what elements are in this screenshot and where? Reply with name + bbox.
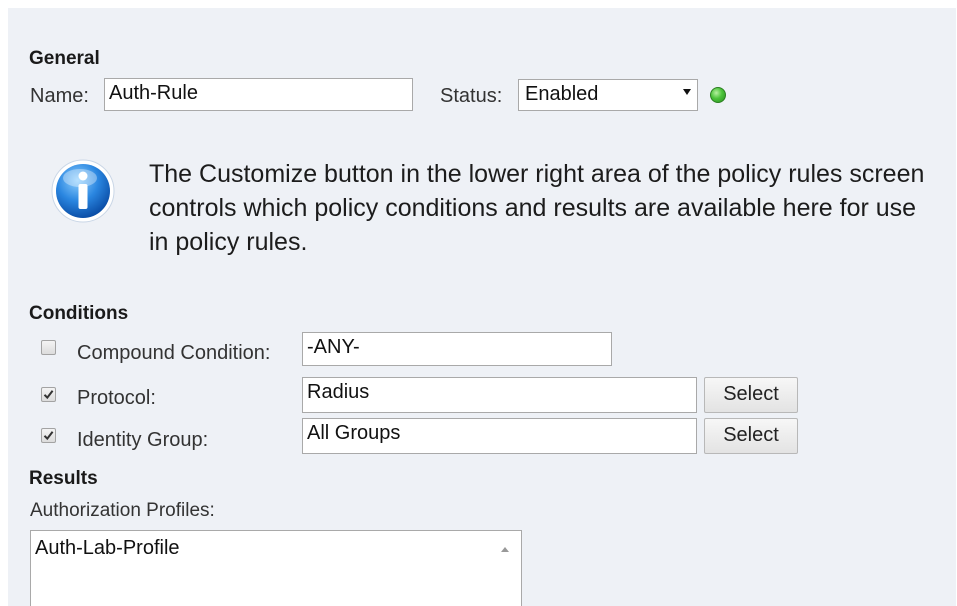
status-label: Status: bbox=[440, 85, 503, 107]
name-label: Name: bbox=[30, 85, 89, 107]
protocol-select-button[interactable]: Select bbox=[704, 377, 798, 413]
list-item[interactable]: Auth-Lab-Profile bbox=[35, 537, 517, 560]
scroll-up-icon[interactable] bbox=[501, 547, 509, 552]
info-note-text: The Customize button in the lower right … bbox=[149, 160, 925, 256]
checkmark-icon bbox=[43, 390, 54, 400]
results-section-title: Results bbox=[29, 468, 98, 489]
name-input[interactable]: Auth-Rule bbox=[104, 78, 413, 111]
chevron-down-icon bbox=[683, 89, 691, 95]
status-indicator-icon bbox=[710, 87, 726, 103]
status-select[interactable]: Enabled bbox=[518, 79, 698, 111]
protocol-value: Radius bbox=[307, 381, 370, 403]
identity-group-checkbox[interactable] bbox=[41, 428, 56, 443]
policy-rule-panel: General Name: Auth-Rule Status: Enabled … bbox=[8, 8, 956, 606]
compound-condition-value: -ANY- bbox=[307, 336, 360, 358]
compound-condition-label: Compound Condition: bbox=[77, 342, 271, 364]
protocol-label: Protocol: bbox=[77, 387, 156, 409]
protocol-checkbox[interactable] bbox=[41, 387, 56, 402]
checkmark-icon bbox=[43, 431, 54, 441]
compound-condition-checkbox[interactable] bbox=[41, 340, 56, 355]
identity-group-label: Identity Group: bbox=[77, 429, 209, 451]
compound-condition-input[interactable]: -ANY- bbox=[302, 332, 612, 366]
info-icon bbox=[50, 158, 116, 224]
identity-group-value: All Groups bbox=[307, 422, 401, 444]
protocol-input[interactable]: Radius bbox=[302, 377, 697, 413]
authorization-profiles-label: Authorization Profiles: bbox=[30, 500, 215, 521]
general-section-title: General bbox=[29, 48, 100, 69]
name-input-value: Auth-Rule bbox=[109, 82, 198, 104]
status-select-value: Enabled bbox=[525, 83, 599, 105]
authorization-profiles-listbox[interactable]: Auth-Lab-Profile bbox=[30, 530, 522, 606]
conditions-section-title: Conditions bbox=[29, 303, 129, 324]
identity-group-select-button[interactable]: Select bbox=[704, 418, 798, 454]
identity-group-input[interactable]: All Groups bbox=[302, 418, 697, 454]
